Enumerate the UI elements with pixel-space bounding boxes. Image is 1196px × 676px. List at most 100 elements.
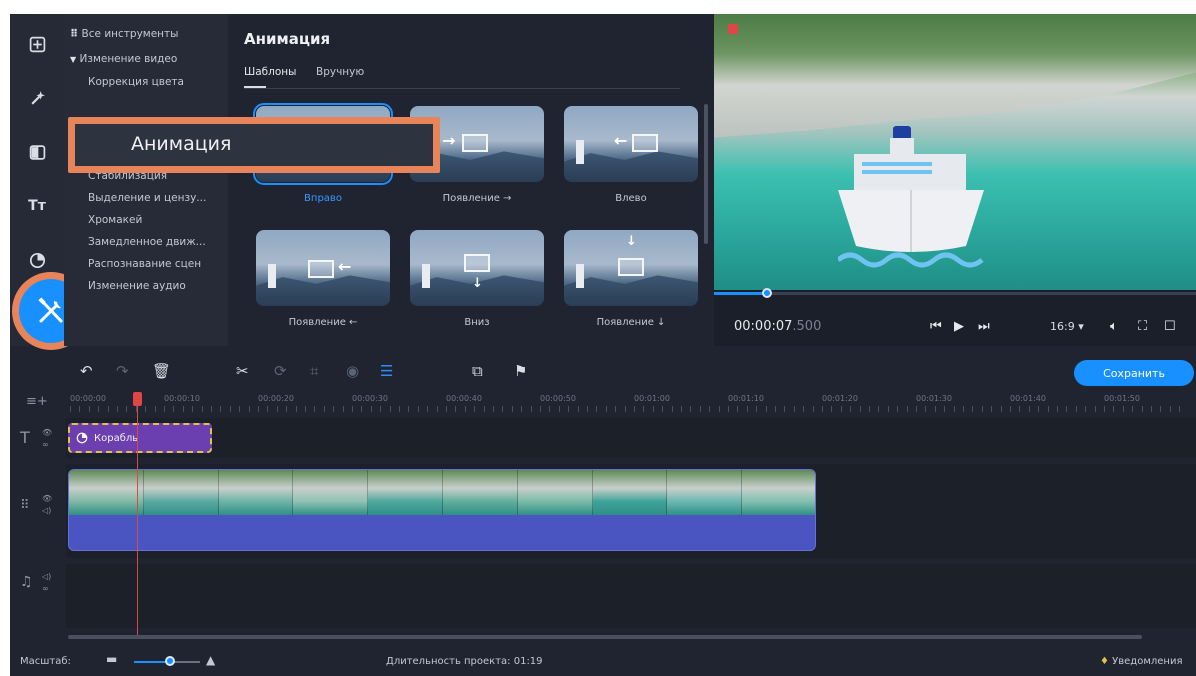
timeline-ruler[interactable]: 00:00:00 00:00:10 00:00:20 00:00:30 00:00:40…: [66, 392, 1196, 416]
tree-item-highlight-censor[interactable]: Выделение и цензу...: [88, 190, 206, 206]
notifications-link[interactable]: ♦ Уведомления: [1100, 656, 1182, 667]
title-track-icon: T: [20, 428, 30, 447]
tab-manual[interactable]: Вручную: [316, 66, 364, 78]
delete-icon[interactable]: 🗑︎: [152, 362, 171, 380]
zoom-in-icon[interactable]: ▲: [206, 653, 215, 667]
arrow-down-icon: ↓: [472, 276, 483, 291]
preset-thumb-appear-left[interactable]: ←: [256, 230, 390, 306]
ruler-tick: [117, 406, 118, 412]
ship-sticker[interactable]: [838, 126, 984, 276]
rotate-icon[interactable]: ⟳: [274, 362, 287, 380]
ruler-tick: [653, 406, 654, 412]
zoom-handle[interactable]: [165, 656, 176, 666]
play-icon[interactable]: ▶: [954, 319, 964, 334]
playback-progress[interactable]: [714, 288, 1196, 298]
ruler-tick: [813, 406, 814, 412]
ruler-tick: [220, 406, 221, 412]
project-duration: Длительность проекта: 01:19: [386, 656, 543, 667]
progress-handle[interactable]: [762, 288, 773, 298]
preset-thumb-appear-down[interactable]: ↓: [564, 230, 698, 306]
save-button[interactable]: Сохранить: [1074, 360, 1194, 386]
tree-item-audio[interactable]: Изменение аудио: [88, 278, 186, 294]
playhead-handle[interactable]: [133, 392, 142, 406]
sticker-clip[interactable]: Корабль: [68, 423, 212, 453]
preset-thumb-left[interactable]: ←: [564, 106, 698, 182]
arrow-left-icon: ←: [614, 131, 628, 150]
audio-icon[interactable]: ◁): [42, 506, 51, 515]
zoom-out-icon[interactable]: ▬: [106, 652, 117, 666]
ruler-tick: [239, 406, 240, 412]
aspect-ratio-select[interactable]: 16:9 ▾: [1050, 320, 1084, 333]
redo-icon[interactable]: ↷: [116, 362, 129, 380]
ruler-tick: [991, 406, 992, 412]
animation-callout: Анимация: [68, 117, 440, 173]
stickers-button[interactable]: [23, 246, 51, 274]
ruler-tick: [211, 406, 212, 412]
ruler-tick: [324, 406, 325, 412]
filters-button[interactable]: [23, 84, 51, 112]
tree-item-chromakey[interactable]: Хромакей: [88, 212, 142, 228]
title-track-lane[interactable]: [66, 418, 1196, 458]
thumb-landscape: [564, 151, 698, 182]
ruler-tick: [258, 406, 259, 412]
tree-item-slowmo[interactable]: Замедленное движ...: [88, 234, 206, 250]
ruler-label: 00:01:40: [1010, 394, 1046, 403]
tree-all-tools[interactable]: ⠿ Все инструменты: [70, 26, 178, 42]
tree-group-video[interactable]: ▼ Изменение видео: [70, 51, 177, 67]
ruler-tick: [230, 406, 231, 412]
skip-forward-icon[interactable]: ⏭: [978, 319, 990, 334]
link-icon[interactable]: ∞: [42, 440, 49, 449]
audio-icon[interactable]: ◁): [42, 572, 51, 581]
add-track-icon[interactable]: ≡+: [26, 394, 48, 409]
time-ms: .500: [792, 319, 822, 334]
clip-frame: [218, 470, 294, 515]
ruler-tick: [79, 406, 80, 412]
crop-icon[interactable]: ⌗: [310, 362, 318, 380]
audio-track-lane[interactable]: [66, 564, 1196, 628]
tab-templates[interactable]: Шаблоны: [244, 66, 296, 78]
tree-item-color[interactable]: Коррекция цвета: [88, 74, 184, 90]
volume-icon[interactable]: 🔈︎: [1110, 319, 1118, 334]
frame-icon: [618, 258, 644, 276]
link-icon[interactable]: ∞: [42, 584, 49, 593]
ruler-label: 00:00:40: [446, 394, 482, 403]
ruler-tick: [173, 406, 174, 412]
undo-icon[interactable]: ↶: [80, 362, 93, 380]
preset-thumb-down[interactable]: ↓: [410, 230, 544, 306]
current-time: 00:00:07.500: [734, 319, 821, 334]
visibility-icon[interactable]: 👁︎: [42, 428, 52, 437]
cut-icon[interactable]: ✂: [236, 362, 249, 380]
ruler-tick: [916, 406, 917, 412]
ruler-tick: [860, 406, 861, 412]
fullscreen-icon[interactable]: ⛶: [1138, 319, 1147, 334]
playhead-line: [137, 392, 138, 638]
tabs-divider: [244, 88, 680, 89]
ruler-tick: [1123, 406, 1124, 412]
skip-back-icon[interactable]: ⏮: [930, 319, 942, 334]
video-preview[interactable]: [714, 14, 1196, 290]
import-button[interactable]: [23, 30, 51, 58]
ruler-tick: [1132, 406, 1133, 412]
ruler-tick: [662, 406, 663, 412]
color-adjust-icon[interactable]: ◉: [346, 362, 359, 380]
ruler-tick: [1104, 406, 1105, 412]
titles-button[interactable]: Тт: [23, 192, 51, 220]
panel-scrollbar[interactable]: [704, 104, 708, 244]
ruler-tick: [512, 406, 513, 412]
visibility-icon[interactable]: 👁︎: [42, 494, 52, 503]
ruler-tick: [202, 406, 203, 412]
ruler-tick: [935, 406, 936, 412]
video-clip[interactable]: [68, 469, 816, 551]
ruler-tick: [568, 406, 569, 412]
overlay-icon[interactable]: ⧉: [472, 362, 483, 380]
marker-flag-icon[interactable]: ⚑: [514, 362, 527, 380]
clip-frame: [517, 470, 593, 515]
timeline-scrollbar[interactable]: [68, 635, 1142, 639]
preview-panel: 00:00:07.500 ⏮ ▶ ⏭ 16:9 ▾ 🔈︎ ⛶ ☐: [714, 14, 1196, 346]
detach-preview-icon[interactable]: ☐: [1164, 319, 1176, 334]
clip-frame: [143, 470, 219, 515]
tree-item-scene-detect[interactable]: Распознавание сцен: [88, 256, 201, 272]
transitions-button[interactable]: [23, 138, 51, 166]
clip-properties-icon[interactable]: ☰: [380, 362, 393, 380]
preset-label-appear-down: Появление ↓: [596, 317, 666, 328]
